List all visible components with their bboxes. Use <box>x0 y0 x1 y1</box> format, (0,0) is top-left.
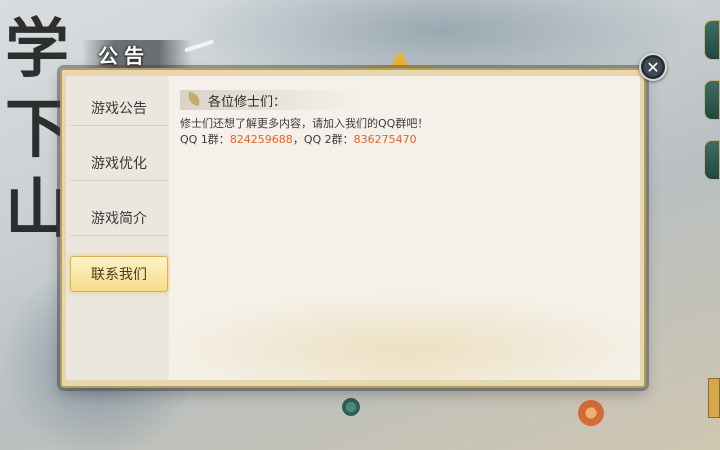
qq2-number[interactable]: 836275470 <box>354 133 417 146</box>
tab-game-intro[interactable]: 游戏简介 <box>70 200 168 236</box>
close-button[interactable]: ✕ <box>639 53 667 81</box>
tab-contact-us[interactable]: 联系我们 <box>70 256 168 292</box>
message-body: 修士们还想了解更多内容，请加入我们的QQ群吧！ QQ 1群：824259688，… <box>180 116 628 148</box>
qq-groups-line: QQ 1群：824259688，QQ 2群：836275470 <box>180 132 628 148</box>
leaf-icon <box>187 92 201 106</box>
side-menu-icon[interactable] <box>704 20 720 60</box>
panel-body: 游戏公告 游戏优化 游戏简介 联系我们 各位修士们： 修士们还想了解更多内容，请… <box>66 76 640 380</box>
tab-sidebar: 游戏公告 游戏优化 游戏简介 联系我们 <box>66 76 169 380</box>
announcement-content: 各位修士们： 修士们还想了解更多内容，请加入我们的QQ群吧！ QQ 1群：824… <box>180 90 628 148</box>
side-menu-icons <box>704 20 720 200</box>
tab-label: 游戏公告 <box>91 100 147 117</box>
tab-game-announcement[interactable]: 游戏公告 <box>70 90 168 126</box>
side-menu-icon[interactable] <box>704 80 720 120</box>
qq1-label: QQ 1群： <box>180 133 230 146</box>
dialog-title-banner: 公告 <box>68 36 218 70</box>
qq2-label: QQ 2群： <box>303 133 354 146</box>
tab-label: 游戏优化 <box>91 155 147 172</box>
panel-wave-decoration <box>146 290 640 380</box>
qq-separator: ， <box>292 133 304 146</box>
qq1-number[interactable]: 824259688 <box>230 133 293 146</box>
flower-decoration <box>578 400 604 426</box>
close-icon: ✕ <box>646 57 660 77</box>
dialog-title: 公告 <box>98 44 150 68</box>
tab-game-optimization[interactable]: 游戏优化 <box>70 145 168 181</box>
message-line: 修士们还想了解更多内容，请加入我们的QQ群吧！ <box>180 117 429 130</box>
tab-label: 游戏简介 <box>91 210 147 227</box>
side-menu-icon[interactable] <box>704 140 720 180</box>
greeting-text: 各位修士们： <box>208 94 287 110</box>
greeting-header: 各位修士们： <box>180 90 360 110</box>
announcement-panel: 游戏公告 游戏优化 游戏简介 联系我们 各位修士们： 修士们还想了解更多内容，请… <box>60 68 646 388</box>
tab-label: 联系我们 <box>91 267 147 283</box>
side-badge-icon[interactable] <box>708 378 720 418</box>
flower-decoration <box>342 398 360 416</box>
